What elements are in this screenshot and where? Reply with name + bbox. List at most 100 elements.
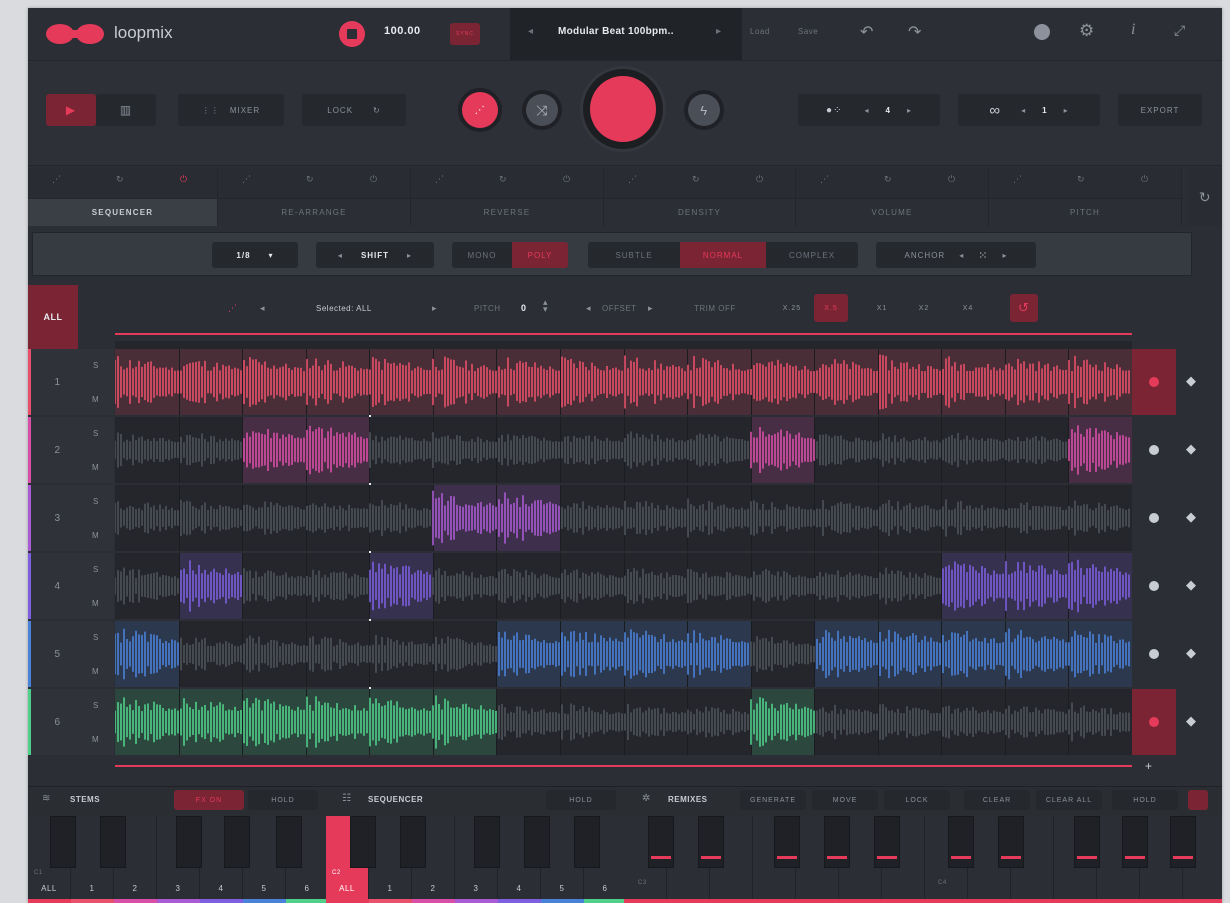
refresh-icon[interactable]: ↻ bbox=[306, 174, 314, 185]
complex-button[interactable]: COMPLEX bbox=[766, 242, 858, 268]
load-button[interactable]: Load bbox=[750, 27, 770, 36]
speed-x4[interactable]: X4 bbox=[952, 294, 984, 322]
refresh-icon[interactable]: ↻ bbox=[1077, 174, 1085, 185]
speed-x2[interactable]: X2 bbox=[908, 294, 940, 322]
remix-active-indicator[interactable] bbox=[1188, 790, 1208, 810]
stop-button[interactable] bbox=[339, 21, 365, 47]
remix-black-key[interactable] bbox=[874, 816, 900, 868]
dots-icon[interactable]: ⋰ bbox=[52, 174, 62, 185]
remix-black-key[interactable] bbox=[648, 816, 674, 868]
solo-button[interactable]: S bbox=[93, 497, 99, 506]
remix-black-key[interactable] bbox=[998, 816, 1024, 868]
anchor-next-icon[interactable]: ▸ bbox=[1002, 251, 1007, 260]
preset-prev-icon[interactable]: ◂ bbox=[528, 26, 534, 37]
move-button[interactable]: MOVE bbox=[812, 790, 878, 810]
density-next-icon[interactable]: ▸ bbox=[907, 106, 912, 115]
info-icon[interactable]: i bbox=[1131, 21, 1136, 39]
speed-x_5[interactable]: X.5 bbox=[814, 294, 848, 322]
remix-black-key[interactable] bbox=[824, 816, 850, 868]
power-icon[interactable]: ⏻ bbox=[948, 174, 956, 185]
track-lock-toggle[interactable] bbox=[1132, 553, 1176, 619]
clear-all-button[interactable]: CLEAR ALL bbox=[1036, 790, 1102, 810]
shift-control[interactable]: ◂ SHIFT ▸ bbox=[316, 242, 434, 268]
select-all-button[interactable]: ALL bbox=[28, 285, 78, 349]
speed-x1[interactable]: X1 bbox=[866, 294, 898, 322]
preset-next-icon[interactable]: ▸ bbox=[716, 26, 722, 37]
refresh-icon[interactable]: ↻ bbox=[116, 174, 124, 185]
stems-hold-button[interactable]: HOLD bbox=[248, 790, 318, 810]
dots-icon[interactable]: ⋰ bbox=[242, 174, 252, 185]
mute-button[interactable]: M bbox=[92, 531, 99, 540]
seq-black-key[interactable] bbox=[524, 816, 550, 868]
remix-black-key[interactable] bbox=[698, 816, 724, 868]
track-lock-toggle[interactable] bbox=[1132, 485, 1176, 551]
anchor-prev-icon[interactable]: ◂ bbox=[959, 251, 964, 260]
play-mode-button[interactable]: ▶ bbox=[46, 94, 96, 126]
eraser-icon[interactable]: ◆ bbox=[1186, 373, 1197, 389]
tab-density[interactable]: ⋰ ↻ ⏻ DENSITY bbox=[604, 168, 796, 226]
undo-icon[interactable]: ↶ bbox=[860, 22, 874, 42]
track-number[interactable]: 6 bbox=[28, 689, 84, 755]
selection-next-icon[interactable]: ▸ bbox=[432, 303, 437, 314]
solo-button[interactable]: S bbox=[93, 565, 99, 574]
track-waveform[interactable] bbox=[115, 689, 1132, 755]
track-waveform[interactable] bbox=[115, 417, 1132, 483]
anchor-control[interactable]: ANCHOR ◂ ⁙ ▸ bbox=[876, 242, 1036, 268]
fx-button[interactable]: ϟ bbox=[688, 94, 720, 126]
shift-next-icon[interactable]: ▸ bbox=[407, 251, 412, 260]
power-icon[interactable]: ⏻ bbox=[370, 174, 378, 185]
track-waveform[interactable] bbox=[115, 553, 1132, 619]
track-waveform[interactable] bbox=[115, 621, 1132, 687]
reset-button[interactable]: ↺ bbox=[1010, 294, 1038, 322]
track-number[interactable]: 3 bbox=[28, 485, 84, 551]
shift-prev-icon[interactable]: ◂ bbox=[338, 251, 343, 260]
stems-black-key[interactable] bbox=[224, 816, 250, 868]
save-button[interactable]: Save bbox=[798, 27, 818, 36]
mono-button[interactable]: MONO bbox=[452, 242, 512, 268]
refresh-icon[interactable]: ↻ bbox=[884, 174, 892, 185]
poly-button[interactable]: POLY bbox=[512, 242, 568, 268]
tab-sequencer[interactable]: ⋰ ↻ ⏻ SEQUENCER bbox=[28, 168, 218, 226]
track-number[interactable]: 5 bbox=[28, 621, 84, 687]
eraser-icon[interactable]: ◆ bbox=[1186, 713, 1197, 729]
redo-icon[interactable]: ↷ bbox=[908, 22, 922, 42]
dots-icon[interactable]: ⋰ bbox=[1013, 174, 1023, 185]
loop-prev-icon[interactable]: ◂ bbox=[1021, 106, 1026, 115]
tab-reverse[interactable]: ⋰ ↻ ⏻ REVERSE bbox=[411, 168, 604, 226]
track-number[interactable]: 2 bbox=[28, 417, 84, 483]
keyboard-mode-button[interactable]: ▥ bbox=[96, 94, 156, 126]
stems-black-key[interactable] bbox=[176, 816, 202, 868]
solo-button[interactable]: S bbox=[93, 361, 99, 370]
shuffle-button[interactable]: ⤨ bbox=[526, 94, 558, 126]
mute-button[interactable]: M bbox=[92, 395, 99, 404]
settings-icon[interactable]: ⚙ bbox=[1079, 21, 1095, 41]
mute-button[interactable]: M bbox=[92, 463, 99, 472]
track-waveform[interactable] bbox=[115, 349, 1132, 415]
power-icon[interactable]: ⏻ bbox=[1141, 174, 1149, 185]
track-waveform[interactable] bbox=[115, 485, 1132, 551]
remix-black-key[interactable] bbox=[948, 816, 974, 868]
track-lock-toggle[interactable] bbox=[1132, 621, 1176, 687]
track-lock-toggle[interactable] bbox=[1132, 349, 1176, 415]
refresh-icon[interactable]: ↻ bbox=[499, 174, 507, 185]
main-trigger-button[interactable] bbox=[590, 76, 656, 142]
tab-pitch[interactable]: ⋰ ↻ ⏻ PITCH bbox=[989, 168, 1182, 226]
power-icon[interactable]: ⏻ bbox=[180, 174, 188, 185]
eraser-icon[interactable]: ◆ bbox=[1186, 509, 1197, 525]
export-button[interactable]: EXPORT bbox=[1118, 94, 1202, 126]
remix-black-key[interactable] bbox=[1122, 816, 1148, 868]
seq-black-key[interactable] bbox=[350, 816, 376, 868]
power-icon[interactable]: ⏻ bbox=[563, 174, 571, 185]
dots-icon[interactable]: ⋰ bbox=[820, 174, 830, 185]
density-control[interactable]: ●⁘ ◂ 4 ▸ bbox=[798, 94, 940, 126]
eraser-icon[interactable]: ◆ bbox=[1186, 441, 1197, 457]
pitch-value[interactable]: 0 bbox=[521, 303, 527, 313]
mute-button[interactable]: M bbox=[92, 599, 99, 608]
solo-button[interactable]: S bbox=[93, 429, 99, 438]
track-lock-toggle[interactable] bbox=[1132, 689, 1176, 755]
power-icon[interactable]: ⏻ bbox=[756, 174, 764, 185]
randomize-button[interactable]: ⋰ bbox=[462, 92, 498, 128]
loop-control[interactable]: ∞ ◂ 1 ▸ bbox=[958, 94, 1100, 126]
mute-button[interactable]: M bbox=[92, 667, 99, 676]
remix-black-key[interactable] bbox=[1074, 816, 1100, 868]
